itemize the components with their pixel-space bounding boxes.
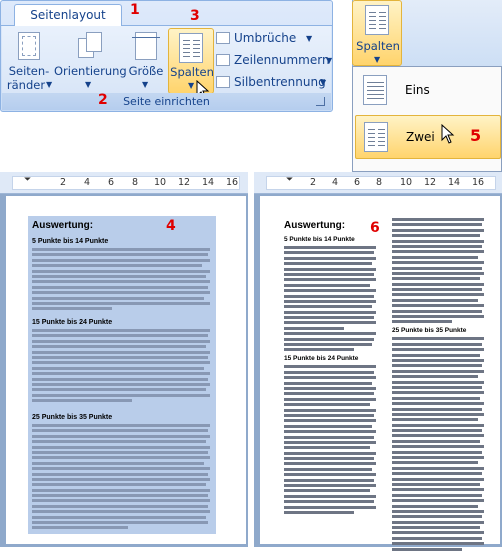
text-column-2: 25 Punkte bis 35 Punkte	[392, 218, 486, 553]
breaks-button[interactable]: Umbrüche ▼	[216, 28, 332, 48]
margins-label-2: ränder	[6, 78, 46, 92]
orientation-icon	[78, 32, 102, 60]
columns-label: Spalten	[170, 65, 214, 79]
ruler-left[interactable]: ⏷ 2 4 6 8 10 12 14 16	[0, 172, 248, 194]
ruler-right[interactable]: ⏷ 2 4 6 8 10 12 14 16	[254, 172, 502, 194]
step-label-3: 3	[190, 8, 200, 24]
step-label-1: 1	[130, 2, 140, 18]
breaks-icon	[216, 32, 230, 44]
tab-seitenlayout[interactable]: Seitenlayout	[14, 4, 122, 26]
menu-item-zwei-label: Zwei	[406, 130, 435, 144]
columns-dropdown-menu: Eins Zwei 5	[352, 66, 502, 172]
ruler-indent-marker[interactable]: ⏷	[24, 175, 31, 185]
chevron-down-icon: ▼	[374, 55, 381, 64]
subheading-2: 15 Punkte bis 24 Punkte	[32, 319, 113, 326]
document-heading: Auswertung:	[32, 220, 94, 231]
one-column-icon	[363, 75, 387, 105]
margins-label-1: Seiten-	[8, 64, 50, 78]
document-heading: Auswertung:	[284, 220, 346, 231]
columns-label: Spalten	[356, 39, 400, 53]
size-button[interactable]: Größe ▼	[126, 28, 166, 92]
text-column-1: 5 Punkte bis 14 Punkte 15 Punkte bis 24 …	[284, 236, 378, 516]
mouse-pointer-icon	[441, 124, 455, 144]
subheading-3: 25 Punkte bis 35 Punkte	[32, 414, 113, 421]
step-label-6: 6	[370, 220, 380, 236]
line-numbers-icon	[216, 54, 230, 66]
chevron-down-icon: ▼	[142, 80, 149, 89]
paragraph-block	[32, 248, 212, 313]
size-icon	[132, 32, 160, 60]
chevron-down-icon: ▼	[320, 78, 327, 87]
line-numbers-button[interactable]: Zeilennummern ▼	[216, 50, 332, 70]
chevron-down-icon: ▼	[46, 80, 53, 89]
margins-icon	[18, 32, 40, 60]
step-label-2: 2	[98, 92, 108, 108]
menu-item-eins[interactable]: Eins	[353, 67, 502, 113]
subheading-3: 25 Punkte bis 35 Punkte	[392, 327, 467, 335]
two-columns-icon	[364, 122, 388, 152]
size-label: Größe	[128, 64, 164, 78]
breaks-label: Umbrüche	[234, 31, 297, 45]
chevron-down-icon: ▼	[188, 81, 195, 90]
hyphenation-icon	[216, 76, 230, 88]
group-label-text: Seite einrichten	[123, 95, 210, 108]
margins-button[interactable]: Seiten- ränder ▼	[4, 28, 54, 92]
orientation-label: Orientierung	[54, 64, 127, 78]
menu-item-zwei[interactable]: Zwei 5	[355, 115, 501, 159]
menu-item-eins-label: Eins	[405, 83, 430, 97]
paragraph-block	[32, 424, 212, 532]
orientation-button[interactable]: Orientierung ▼	[54, 28, 127, 92]
columns-button-open[interactable]: Spalten ▼	[352, 0, 402, 66]
subheading-1: 5 Punkte bis 14 Punkte	[284, 236, 355, 243]
columns-icon	[365, 5, 389, 35]
dialog-launcher-icon[interactable]	[316, 97, 325, 106]
hyphenation-button[interactable]: Silbentrennung ▼	[216, 72, 332, 92]
group-label: Seite einrichten	[2, 93, 331, 110]
step-label-5: 5	[470, 126, 482, 145]
chevron-down-icon: ▼	[306, 34, 313, 43]
subheading-2: 15 Punkte bis 24 Punkte	[284, 355, 359, 363]
step-label-4: 4	[166, 218, 176, 234]
document-page-left[interactable]: Auswertung: 4 5 Punkte bis 14 Punkte 15 …	[6, 196, 246, 544]
chevron-down-icon: ▼	[326, 56, 333, 65]
paragraph-block	[32, 329, 212, 404]
subheading-1: 5 Punkte bis 14 Punkte	[32, 238, 109, 245]
ruler-indent-marker[interactable]: ⏷	[286, 175, 293, 185]
columns-icon	[179, 33, 203, 63]
hyphenation-label: Silbentrennung	[234, 75, 326, 89]
line-numbers-label: Zeilennummern	[234, 53, 330, 67]
chevron-down-icon: ▼	[85, 80, 92, 89]
document-page-right[interactable]: Auswertung: 6 5 Punkte bis 14 Punkte 15 …	[260, 196, 500, 551]
